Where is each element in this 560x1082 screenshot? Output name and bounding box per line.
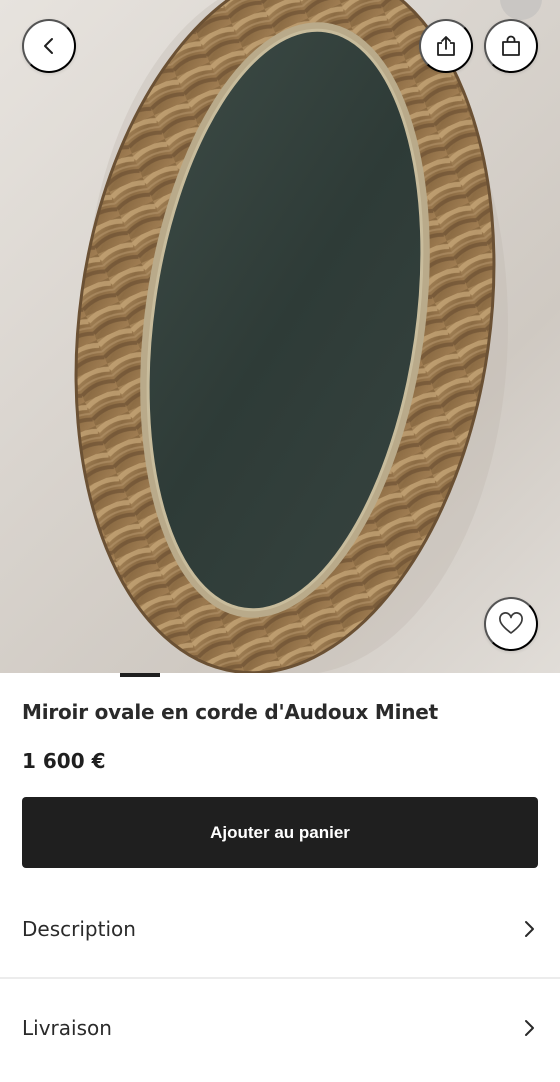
back-button[interactable] [22, 19, 76, 73]
product-title: Miroir ovale en corde d'Audoux Minet [22, 700, 439, 724]
description-row[interactable]: Description [0, 880, 560, 978]
share-icon [437, 36, 455, 56]
chevron-right-icon [525, 1020, 534, 1036]
chevron-left-icon [44, 38, 53, 54]
shopping-bag-button[interactable] [484, 19, 538, 73]
delivery-label: Livraison [22, 1016, 112, 1040]
add-to-cart-button[interactable]: Ajouter au panier [22, 797, 538, 868]
share-button[interactable] [419, 19, 473, 73]
chevron-right-icon [525, 921, 534, 937]
product-image-gallery[interactable] [0, 0, 560, 673]
gallery-page-indicator [120, 673, 160, 677]
description-label: Description [22, 917, 136, 941]
product-photo [74, 0, 508, 673]
shopping-bag-icon [502, 35, 520, 56]
favorite-button[interactable] [484, 597, 538, 651]
delivery-row[interactable]: Livraison [0, 979, 560, 1077]
heart-icon [499, 612, 523, 634]
product-price: 1 600 € [22, 749, 106, 773]
